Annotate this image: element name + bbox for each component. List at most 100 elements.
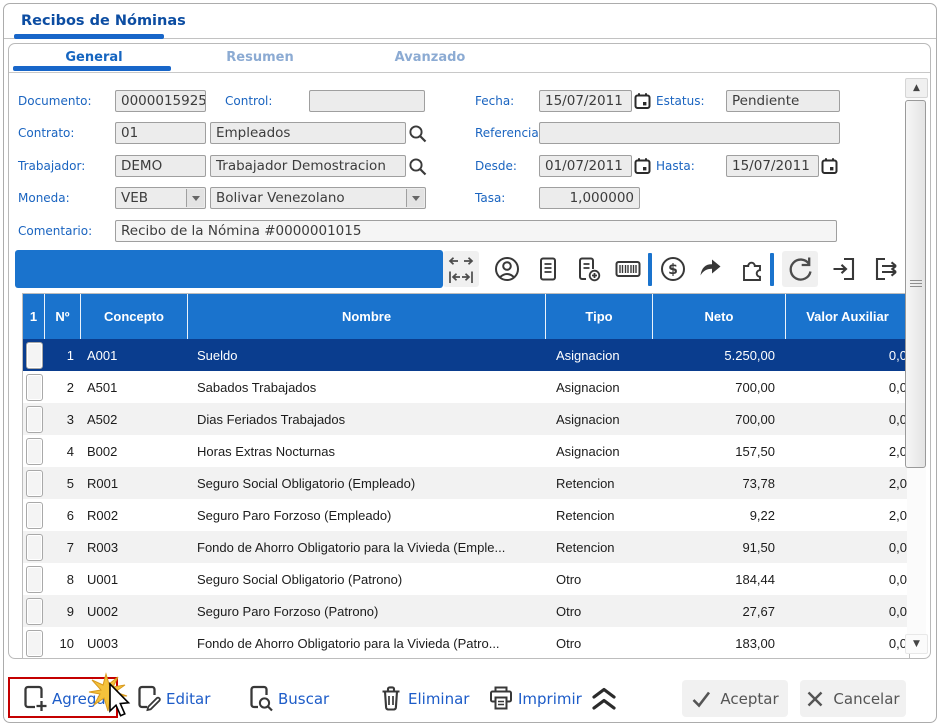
control-field[interactable] <box>309 90 425 112</box>
worker-icon[interactable] <box>491 253 523 285</box>
column-header-neto[interactable]: Neto <box>653 294 786 339</box>
contrato-name-field[interactable]: Empleados <box>210 122 406 144</box>
calendar-icon[interactable] <box>634 92 652 112</box>
column-header-tipo[interactable]: Tipo <box>546 294 653 339</box>
tab-avanzado[interactable]: Avanzado <box>345 50 515 70</box>
row-select-button[interactable] <box>26 406 43 433</box>
cell-valor: 2,0 <box>786 508 909 523</box>
cell-neto: 9,22 <box>653 508 786 523</box>
export-icon[interactable] <box>872 253 904 285</box>
row-select-cell <box>23 534 45 561</box>
buscar-button[interactable]: Buscar <box>278 690 329 708</box>
row-select-button[interactable] <box>26 470 43 497</box>
cell-num: 6 <box>45 508 81 523</box>
row-select-button[interactable] <box>26 342 43 369</box>
row-select-cell <box>23 374 45 401</box>
documento-field[interactable]: 0000015925 <box>115 90 206 112</box>
table-row[interactable]: 3 A502 Dias Feriados Trabajados Asignaci… <box>23 403 909 435</box>
cell-neto: 5.250,00 <box>653 348 786 363</box>
document-icon[interactable] <box>532 253 564 285</box>
row-select-button[interactable] <box>26 630 43 657</box>
tab-resumen[interactable]: Resumen <box>180 50 340 70</box>
table-row[interactable]: 7 R003 Fondo de Ahorro Obligatorio para … <box>23 531 909 563</box>
chevrons-up-icon[interactable] <box>588 685 616 713</box>
edit-document-icon[interactable] <box>134 683 162 711</box>
desde-field[interactable]: 01/07/2011 <box>539 155 632 177</box>
row-select-button[interactable] <box>26 534 43 561</box>
cell-concepto: R001 <box>81 476 188 491</box>
cell-valor: 0,0 <box>786 412 909 427</box>
scrollbar-up-icon[interactable]: ▲ <box>905 78 928 98</box>
cell-concepto: U003 <box>81 636 188 651</box>
row-select-button[interactable] <box>26 502 43 529</box>
barcode-icon[interactable] <box>612 253 644 285</box>
moneda-name-select[interactable]: Bolivar Venezolano <box>210 187 426 209</box>
scrollbar-down-icon[interactable]: ▼ <box>905 634 928 654</box>
toolbar-blue-bar <box>15 250 443 288</box>
table-row[interactable]: 4 B002 Horas Extras Nocturnas Asignacion… <box>23 435 909 467</box>
conceptos-table: 1 Nº Concepto Nombre Tipo Neto Valor Aux… <box>22 293 910 659</box>
calendar-icon[interactable] <box>634 157 652 177</box>
cell-valor: 0,0 <box>786 572 909 587</box>
column-header-nombre[interactable]: Nombre <box>188 294 546 339</box>
puzzle-icon[interactable] <box>737 253 769 285</box>
scrollbar-grip <box>910 280 922 289</box>
nav-arrows-icon[interactable] <box>443 251 479 287</box>
dollar-icon[interactable]: $ <box>657 253 689 285</box>
column-header-num[interactable]: Nº <box>45 294 81 339</box>
table-row[interactable]: 1 A001 Sueldo Asignacion 5.250,00 0,0 <box>23 339 909 371</box>
table-row[interactable]: 10 U003 Fondo de Ahorro Obligatorio para… <box>23 627 909 659</box>
import-icon[interactable] <box>829 253 861 285</box>
dropdown-arrow-icon[interactable] <box>406 189 424 207</box>
table-row[interactable]: 9 U002 Seguro Paro Forzoso (Patrono) Otr… <box>23 595 909 627</box>
cancelar-button[interactable]: Cancelar <box>800 680 906 717</box>
refresh-icon[interactable] <box>782 251 818 287</box>
editar-button[interactable]: Editar <box>166 690 210 708</box>
row-select-button[interactable] <box>26 438 43 465</box>
aceptar-button[interactable]: Aceptar <box>682 680 788 717</box>
column-header-concepto[interactable]: Concepto <box>81 294 188 339</box>
hasta-field[interactable]: 15/07/2011 <box>726 155 819 177</box>
table-row[interactable]: 8 U001 Seguro Social Obligatorio (Patron… <box>23 563 909 595</box>
row-select-button[interactable] <box>26 598 43 625</box>
column-header-select[interactable]: 1 <box>23 294 45 339</box>
cell-neto: 27,67 <box>653 604 786 619</box>
share-icon[interactable] <box>696 253 728 285</box>
trash-icon[interactable] <box>376 683 404 711</box>
printer-icon[interactable] <box>486 683 514 711</box>
search-trabajador-icon[interactable] <box>408 157 426 177</box>
scrollbar-thumb[interactable] <box>905 100 926 468</box>
table-row[interactable]: 5 R001 Seguro Social Obligatorio (Emplea… <box>23 467 909 499</box>
trabajador-name-field[interactable]: Trabajador Demostracion <box>210 155 406 177</box>
comentario-field[interactable]: Recibo de la Nómina #0000001015 <box>115 220 837 242</box>
moneda-code-select[interactable]: VEB <box>115 187 206 209</box>
cell-num: 7 <box>45 540 81 555</box>
table-row[interactable]: 6 R002 Seguro Paro Forzoso (Empleado) Re… <box>23 499 909 531</box>
cell-concepto: A001 <box>81 348 188 363</box>
column-header-valor[interactable]: Valor Auxiliar <box>786 294 909 339</box>
window-title: Recibos de Nóminas <box>21 13 186 29</box>
contrato-code-field[interactable]: 01 <box>115 122 206 144</box>
cell-num: 9 <box>45 604 81 619</box>
table-row[interactable]: 2 A501 Sabados Trabajados Asignacion 700… <box>23 371 909 403</box>
estatus-field[interactable]: Pendiente <box>726 90 840 112</box>
trabajador-code-field[interactable]: DEMO <box>115 155 206 177</box>
cell-num: 5 <box>45 476 81 491</box>
dropdown-arrow-icon[interactable] <box>186 189 204 207</box>
add-document-icon[interactable] <box>20 683 48 711</box>
cell-nombre: Seguro Paro Forzoso (Empleado) <box>188 508 546 523</box>
cell-tipo: Otro <box>546 636 653 651</box>
tasa-field[interactable]: 1,000000 <box>539 187 640 209</box>
referencia-field[interactable] <box>539 122 840 144</box>
document-add-icon[interactable] <box>572 253 604 285</box>
search-contrato-icon[interactable] <box>408 124 426 144</box>
calendar-icon[interactable] <box>821 157 839 177</box>
title-underline <box>14 34 164 39</box>
eliminar-button[interactable]: Eliminar <box>408 690 469 708</box>
imprimir-button[interactable]: Imprimir <box>518 690 582 708</box>
row-select-button[interactable] <box>26 374 43 401</box>
fecha-field[interactable]: 15/07/2011 <box>539 90 632 112</box>
toolbar-divider <box>770 253 774 286</box>
row-select-button[interactable] <box>26 566 43 593</box>
search-document-icon[interactable] <box>246 683 274 711</box>
